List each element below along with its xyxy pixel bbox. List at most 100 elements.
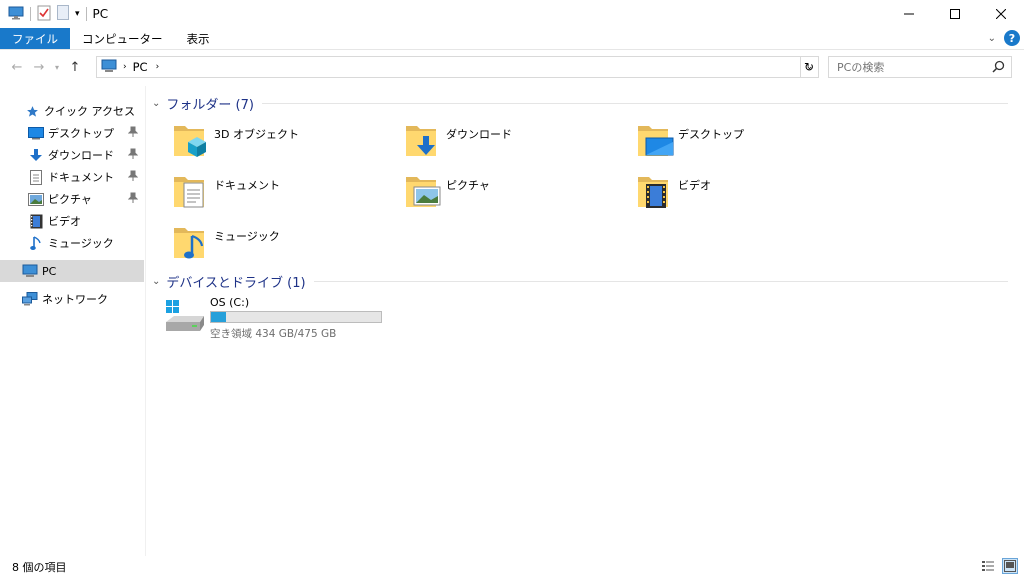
large-icons-view-icon[interactable] — [1002, 558, 1018, 574]
divider — [313, 281, 1008, 282]
recent-locations-chevron-icon[interactable]: ▾ — [48, 63, 66, 72]
folder-downloads[interactable]: ダウンロード — [384, 120, 604, 164]
downloads-folder-icon — [402, 120, 442, 163]
ribbon-tabs: ファイル コンピューター 表示 ⌄ ? — [0, 28, 1024, 50]
ribbon-right: ⌄ ? — [988, 30, 1020, 46]
computer-icon — [101, 59, 117, 76]
back-arrow-icon[interactable]: ← — [8, 60, 26, 75]
folder-desktop[interactable]: デスクトップ — [616, 120, 836, 164]
content-pane: ⌄ フォルダー (7) 3D オブジェクト ダウンロード デスクトップ ドキュメ… — [148, 86, 1024, 556]
forward-arrow-icon[interactable]: → — [30, 60, 48, 75]
sidebar-item-label: デスクトップ — [48, 127, 114, 140]
tab-computer[interactable]: コンピューター — [70, 28, 175, 49]
divider — [261, 103, 1008, 104]
collapse-chevron-icon[interactable]: ⌄ — [152, 98, 160, 109]
sidebar-item-pc[interactable]: PC — [0, 260, 144, 282]
close-button[interactable] — [978, 0, 1024, 28]
window-controls — [886, 0, 1024, 28]
pin-icon[interactable] — [127, 170, 139, 185]
folder-label: ビデオ — [678, 179, 711, 192]
breadcrumb-pc[interactable]: PC — [133, 60, 148, 74]
sidebar-item-documents[interactable]: ドキュメント — [0, 166, 144, 188]
drive-os-c[interactable]: OS (C:) 空き領域 434 GB/475 GB — [160, 294, 420, 344]
details-view-icon[interactable] — [980, 558, 996, 574]
drive-usage-fill — [211, 312, 226, 322]
computer-icon[interactable] — [8, 6, 24, 23]
pin-icon[interactable] — [127, 126, 139, 141]
sidebar-item-pictures[interactable]: ピクチャ — [0, 188, 144, 210]
item-count: 8 個の項目 — [12, 560, 67, 574]
group-title: デバイスとドライブ (1) — [166, 276, 306, 291]
sidebar-item-label: PC — [42, 264, 57, 278]
folders-group-header[interactable]: ⌄ フォルダー (7) — [152, 94, 1008, 113]
desktop-folder-icon — [634, 120, 674, 163]
sidebar-item-label: ピクチャ — [48, 193, 92, 206]
sidebar-item-music[interactable]: ミュージック — [0, 232, 144, 254]
folder-videos[interactable]: ビデオ — [616, 171, 836, 215]
group-title: フォルダー (7) — [166, 98, 254, 113]
drive-name: OS (C:) — [210, 296, 250, 309]
pictures-folder-icon — [402, 171, 442, 214]
network-icon — [22, 291, 38, 307]
devices-group-header[interactable]: ⌄ デバイスとドライブ (1) — [152, 272, 1008, 291]
sidebar-item-label: ネットワーク — [42, 293, 108, 306]
search-icon[interactable] — [992, 60, 1005, 76]
navigation-bar: ← → ▾ ↑ › PC › ⌄ ↻ — [0, 52, 1024, 82]
sidebar-item-label: ミュージック — [48, 237, 114, 250]
folder-music[interactable]: ミュージック — [152, 222, 372, 266]
sidebar-item-quick-access[interactable]: クイック アクセス — [0, 100, 144, 122]
title-bar: ▾ PC — [0, 0, 1024, 28]
folder-label: ピクチャ — [446, 179, 490, 192]
status-bar: 8 個の項目 — [0, 556, 1024, 577]
drive-usage-bar — [210, 311, 382, 323]
star-icon — [24, 103, 40, 119]
breadcrumb-separator-icon[interactable]: › — [156, 62, 160, 72]
view-switcher — [980, 558, 1018, 574]
folder-documents[interactable]: ドキュメント — [152, 171, 372, 215]
sidebar-item-videos[interactable]: ビデオ — [0, 210, 144, 232]
expand-ribbon-chevron-icon[interactable]: ⌄ — [988, 33, 996, 44]
properties-icon[interactable] — [37, 5, 51, 24]
3d-objects-folder-icon — [170, 120, 210, 163]
search-input[interactable] — [837, 60, 987, 74]
up-arrow-icon[interactable]: ↑ — [66, 60, 84, 75]
breadcrumb-separator-icon[interactable]: › — [123, 62, 127, 72]
help-icon[interactable]: ? — [1004, 30, 1020, 46]
folder-label: 3D オブジェクト — [214, 128, 299, 141]
maximize-button[interactable] — [932, 0, 978, 28]
folder-3d-objects[interactable]: 3D オブジェクト — [152, 120, 372, 164]
sidebar-item-downloads[interactable]: ダウンロード — [0, 144, 144, 166]
videos-folder-icon — [634, 171, 674, 214]
pin-icon[interactable] — [127, 192, 139, 207]
sidebar-item-label: ダウンロード — [48, 149, 114, 162]
quick-access-toolbar: ▾ — [8, 5, 87, 24]
sidebar-item-label: クイック アクセス — [44, 105, 135, 118]
search-box[interactable] — [828, 56, 1012, 78]
pin-icon[interactable] — [127, 148, 139, 163]
tab-view[interactable]: 表示 — [175, 28, 222, 49]
navigation-pane: クイック アクセス デスクトップ ダウンロード ドキュメント ピクチャ ビデオ … — [0, 86, 146, 556]
minimize-button[interactable] — [886, 0, 932, 28]
folder-pictures[interactable]: ピクチャ — [384, 171, 604, 215]
window-title: PC — [92, 7, 109, 21]
new-folder-icon[interactable] — [57, 5, 69, 23]
sidebar-item-desktop[interactable]: デスクトップ — [0, 122, 144, 144]
hard-drive-windows-icon — [164, 298, 206, 337]
picture-icon — [28, 191, 44, 207]
refresh-button[interactable]: ↻ — [800, 56, 819, 78]
download-arrow-icon — [28, 147, 44, 163]
customize-toolbar-icon[interactable]: ▾ — [75, 9, 80, 19]
desktop-icon — [28, 125, 44, 141]
folder-label: ダウンロード — [446, 128, 512, 141]
toolbar-divider — [85, 7, 87, 21]
music-folder-icon — [170, 222, 210, 265]
document-icon — [28, 169, 44, 185]
address-bar[interactable]: › PC › ⌄ — [96, 56, 819, 78]
drive-free-space: 空き領域 434 GB/475 GB — [210, 328, 337, 340]
video-icon — [28, 213, 44, 229]
sidebar-item-label: ビデオ — [48, 215, 81, 228]
collapse-chevron-icon[interactable]: ⌄ — [152, 276, 160, 287]
tab-file[interactable]: ファイル — [0, 28, 70, 49]
sidebar-item-network[interactable]: ネットワーク — [0, 288, 144, 310]
folder-label: デスクトップ — [678, 128, 744, 141]
